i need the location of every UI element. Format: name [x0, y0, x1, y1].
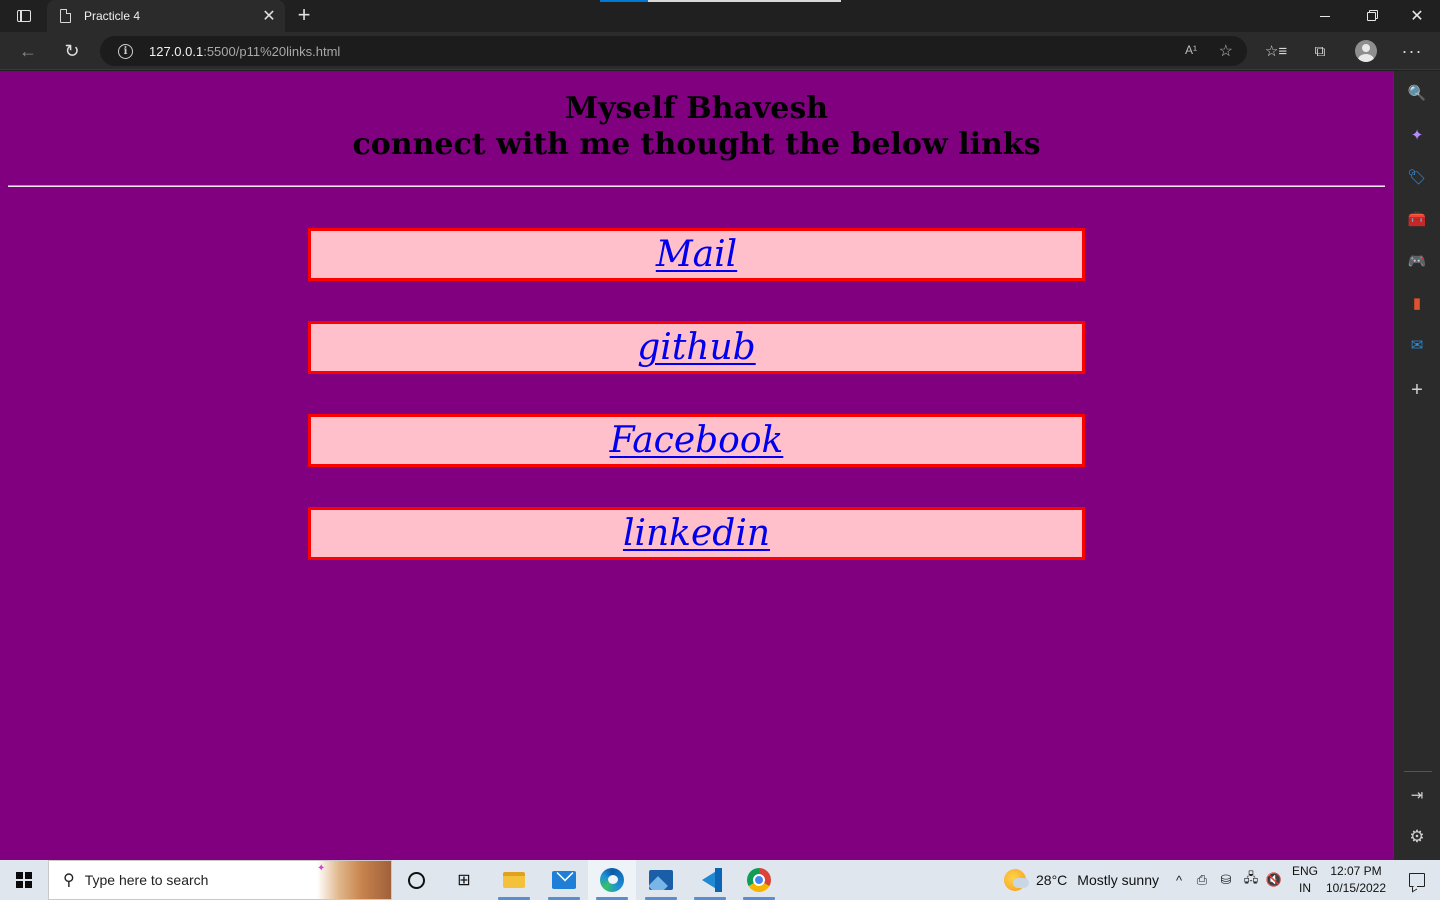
info-icon[interactable]: i	[118, 43, 133, 59]
vscode-app-button[interactable]	[686, 860, 734, 900]
link-box-linkedin: linkedin	[308, 507, 1085, 560]
facebook-link[interactable]: Facebook	[610, 420, 784, 461]
input-language[interactable]: ENG IN	[1290, 863, 1320, 897]
show-hidden-icons-chevron-icon[interactable]: ^	[1170, 860, 1188, 900]
read-aloud-icon[interactable]: A¹	[1185, 43, 1197, 57]
windows-taskbar: ⚲ Type here to search ⊞ 28°C Mostly sunn…	[0, 860, 1440, 900]
search-icon: ⚲	[63, 872, 75, 889]
heading-line-1: Myself Bhavesh	[564, 91, 829, 126]
weather-widget[interactable]: 28°C Mostly sunny	[1004, 860, 1159, 900]
mail-link[interactable]: Mail	[656, 234, 737, 275]
weather-temp: 28°C	[1036, 872, 1068, 888]
mail-app-button[interactable]	[540, 860, 588, 900]
browser-tab-active[interactable]: Practicle 4 ✕	[47, 0, 285, 32]
add-favorite-icon[interactable]: ☆	[1219, 41, 1233, 61]
photos-icon	[649, 870, 673, 890]
link-box-mail: Mail	[308, 228, 1085, 281]
sidebar-divider	[1404, 771, 1432, 772]
photos-app-button[interactable]	[637, 860, 685, 900]
clock-time: 12:07 PM	[1330, 864, 1382, 878]
lang-line-2: IN	[1299, 881, 1311, 895]
cortana-icon	[407, 871, 425, 889]
search-placeholder: Type here to search	[84, 872, 209, 888]
page-viewport: Myself Bhavesh connect with me thought t…	[0, 71, 1393, 860]
drag-highlight	[600, 0, 648, 2]
vscode-icon	[698, 868, 722, 892]
edge-sidebar: 🔍 ✦ 🏷 🧰 🎮 ▮ ✉ + ⇥ ⚙	[1393, 71, 1440, 860]
chrome-icon	[747, 868, 771, 892]
back-arrow-icon[interactable]: ←	[14, 37, 42, 65]
horizontal-rule	[8, 185, 1385, 187]
split-screen-icon[interactable]: ⇥	[1406, 784, 1428, 806]
games-icon[interactable]: 🎮	[1406, 250, 1428, 272]
url-host: 127.0.0.1	[149, 43, 204, 59]
search-highlight-image	[317, 861, 391, 899]
address-bar[interactable]: i 127.0.0.1:5500/p11%20links.html A¹ ☆	[100, 36, 1247, 66]
notification-center-button[interactable]	[1394, 860, 1440, 900]
reload-icon[interactable]: ↻	[58, 37, 86, 65]
windows-logo-icon	[16, 872, 32, 888]
edge-app-button[interactable]	[588, 860, 636, 900]
outlook-icon[interactable]: ✉	[1406, 334, 1428, 356]
drag-highlight-secondary	[648, 0, 841, 2]
close-window-button[interactable]: ✕	[1394, 0, 1440, 32]
tray-device-icon[interactable]: ⎙	[1192, 860, 1212, 900]
settings-gear-icon[interactable]: ⚙	[1406, 826, 1428, 848]
tab-close-button[interactable]: ✕	[257, 4, 281, 28]
folder-icon	[503, 872, 525, 888]
tab-actions-icon	[17, 10, 31, 22]
task-view-button[interactable]: ⊞	[440, 860, 488, 900]
browser-title-bar: Practicle 4 ✕ + ✕	[0, 0, 1440, 32]
page-title: Myself Bhavesh connect with me thought t…	[0, 91, 1393, 163]
more-icon[interactable]: ···	[1398, 37, 1426, 65]
collections-icon[interactable]: ⧉	[1306, 37, 1334, 65]
start-button[interactable]	[0, 860, 48, 900]
notification-icon	[1409, 873, 1425, 887]
volume-muted-icon[interactable]: 🔇	[1264, 860, 1284, 900]
chrome-app-button[interactable]	[735, 860, 783, 900]
mail-icon	[552, 871, 576, 889]
copilot-icon[interactable]: ✦	[1406, 124, 1428, 146]
github-link[interactable]: github	[637, 327, 755, 368]
add-icon[interactable]: +	[1406, 379, 1428, 401]
tools-icon[interactable]: 🧰	[1406, 208, 1428, 230]
taskbar-search-input[interactable]: ⚲ Type here to search	[48, 860, 392, 900]
weather-desc: Mostly sunny	[1077, 872, 1159, 888]
weather-sun-icon	[1004, 869, 1029, 891]
network-icon[interactable]: 🖧	[1240, 860, 1262, 900]
search-icon[interactable]: 🔍	[1406, 82, 1428, 104]
heading-line-2: connect with me thought the below links	[352, 127, 1041, 162]
file-explorer-button[interactable]	[490, 860, 538, 900]
restore-button[interactable]	[1348, 0, 1394, 32]
browser-toolbar: ← ↻ i 127.0.0.1:5500/p11%20links.html A¹…	[0, 32, 1440, 70]
link-box-github: github	[308, 321, 1085, 374]
tab-actions-button[interactable]	[8, 4, 40, 28]
linkedin-link[interactable]: linkedin	[623, 513, 770, 554]
lang-line-1: ENG	[1291, 864, 1318, 878]
profile-button[interactable]	[1352, 37, 1380, 65]
document-icon	[60, 8, 72, 23]
favorites-icon[interactable]: ☆≡	[1262, 37, 1290, 65]
edge-icon	[600, 868, 624, 892]
new-tab-button[interactable]: +	[292, 4, 316, 28]
url-path: :5500/p11%20links.html	[203, 43, 341, 59]
link-box-facebook: Facebook	[308, 414, 1085, 467]
tray-webcam-icon[interactable]: ⛁	[1216, 860, 1236, 900]
tab-title: Practicle 4	[84, 9, 141, 23]
minimize-icon	[1320, 15, 1330, 17]
system-clock[interactable]: 12:07 PM 10/15/2022	[1322, 863, 1390, 897]
clock-date: 10/15/2022	[1325, 881, 1387, 895]
shopping-tag-icon[interactable]: 🏷	[1406, 166, 1428, 188]
minimize-button[interactable]	[1302, 0, 1348, 32]
office-icon[interactable]: ▮	[1406, 292, 1428, 314]
restore-icon	[1366, 11, 1376, 21]
cortana-button[interactable]	[392, 860, 440, 900]
profile-icon	[1355, 40, 1377, 62]
